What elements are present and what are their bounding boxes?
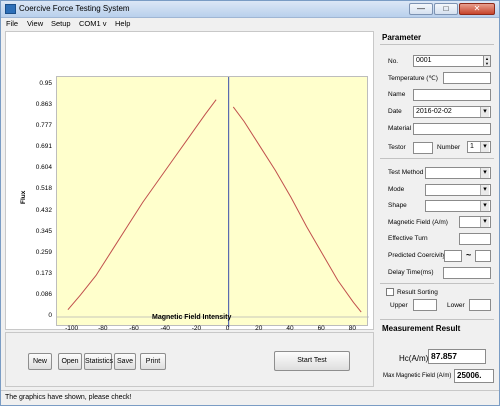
range-separator: ~ xyxy=(466,250,472,260)
button-bar: New Open Statistics Save Print Start Tes… xyxy=(5,332,374,387)
parameter-panel: Parameter No. 0001 ▲ ▼ Temperature (℃) Na… xyxy=(377,31,497,388)
lower-label: Lower xyxy=(447,302,465,309)
menu-com1[interactable]: COM1 v xyxy=(79,19,107,28)
y-tick-label: 0.604 xyxy=(35,164,52,172)
magnetic-field-select[interactable] xyxy=(459,216,491,228)
x-tick-label: -20 xyxy=(191,325,202,332)
y-tick-label: 0.432 xyxy=(35,206,52,214)
predicted-coercivity-label: Predicted Coercivity xyxy=(388,252,446,259)
effective-turn-field[interactable] xyxy=(459,233,491,245)
y-tick-label: 0.345 xyxy=(35,227,52,235)
x-tick-label: 20 xyxy=(255,325,263,332)
x-tick-label: 40 xyxy=(286,325,294,332)
y-tick-label: 0.95 xyxy=(39,80,52,87)
no-spinner[interactable]: ▲ ▼ xyxy=(483,55,491,67)
test-method-select[interactable] xyxy=(425,167,491,179)
parameter-title: Parameter xyxy=(382,33,422,42)
x-tick-label: -40 xyxy=(160,325,170,332)
max-field-value: 25006. xyxy=(454,369,494,383)
x-tick-label: -100 xyxy=(65,325,79,332)
status-message: The graphics have shown, please check! xyxy=(5,394,132,401)
y-tick-label: 0.086 xyxy=(35,290,52,298)
name-label: Name xyxy=(388,91,406,98)
testor-field[interactable] xyxy=(413,142,433,154)
flux-series-line-1 xyxy=(67,99,217,310)
maximize-button[interactable]: □ xyxy=(434,3,458,15)
y-tick-label: 0.259 xyxy=(35,248,52,256)
open-button[interactable]: Open xyxy=(58,353,82,370)
menu-help[interactable]: Help xyxy=(115,19,130,28)
max-field-label: Max Magnetic Field (A/m) xyxy=(383,373,452,379)
new-button[interactable]: New xyxy=(28,353,52,370)
date-picker[interactable]: 2016-02-02 xyxy=(413,106,491,118)
date-label: Date xyxy=(388,108,402,115)
temperature-label: Temperature (℃) xyxy=(388,75,438,82)
result-sorting-checkbox[interactable] xyxy=(386,288,394,296)
delay-time-label: Delay Time(ms) xyxy=(388,269,434,276)
y-tick-label: 0.777 xyxy=(35,122,52,130)
divider xyxy=(380,158,494,159)
no-label: No. xyxy=(388,58,399,65)
material-label: Material xyxy=(388,125,412,132)
divider xyxy=(380,283,494,284)
number-select[interactable]: 1 xyxy=(467,141,491,153)
magnetic-field-label: Magnetic Field (A/m) xyxy=(388,219,448,226)
result-sorting-label: Result Sorting xyxy=(397,289,438,296)
test-method-label: Test Method xyxy=(388,169,424,176)
flux-chart xyxy=(57,77,369,327)
x-tick-label: -80 xyxy=(98,325,108,332)
delay-time-field[interactable] xyxy=(443,267,491,279)
lower-field[interactable] xyxy=(469,299,491,311)
testor-label: Testor xyxy=(388,144,406,151)
minimize-button[interactable]: — xyxy=(409,3,433,15)
save-button[interactable]: Save xyxy=(114,353,136,370)
hc-value: 87.857 xyxy=(428,349,486,364)
no-field[interactable]: 0001 xyxy=(413,55,485,67)
menu-setup[interactable]: Setup xyxy=(51,19,71,28)
app-icon xyxy=(5,4,16,14)
mode-select[interactable] xyxy=(425,184,491,196)
material-field[interactable] xyxy=(413,123,491,135)
y-tick-label: 0.173 xyxy=(35,269,52,277)
measurement-title: Measurement Result xyxy=(382,324,461,333)
predicted-from-field[interactable] xyxy=(444,250,462,262)
mode-label: Mode xyxy=(388,186,405,193)
print-button[interactable]: Print xyxy=(140,353,166,370)
menu-view[interactable]: View xyxy=(27,19,43,28)
x-tick-label: 60 xyxy=(317,325,325,332)
menu-bar: File View Setup COM1 v Help xyxy=(1,18,499,30)
start-test-button[interactable]: Start Test xyxy=(274,351,350,371)
upper-field[interactable] xyxy=(413,299,437,311)
divider xyxy=(380,319,494,320)
x-tick-label: -60 xyxy=(129,325,139,332)
shape-select[interactable] xyxy=(425,200,491,212)
menu-file[interactable]: File xyxy=(6,19,18,28)
y-tick-label: 0.863 xyxy=(35,101,52,109)
upper-label: Upper xyxy=(390,302,408,309)
flux-series-line-2 xyxy=(232,106,362,313)
hc-label: Hc(A/m) xyxy=(399,354,429,363)
status-bar: The graphics have shown, please check! xyxy=(1,390,499,405)
name-field[interactable] xyxy=(413,89,491,101)
x-axis-label: Magnetic Field Intensity xyxy=(152,314,232,321)
chart-panel: 0 0.086 0.173 0.259 0.345 0.432 0.518 0.604 0.69… xyxy=(5,31,374,332)
temperature-field[interactable] xyxy=(443,72,491,84)
plot-area xyxy=(56,76,369,327)
close-button[interactable]: ✕ xyxy=(459,3,495,15)
x-tick-label: 80 xyxy=(348,325,356,332)
statistics-button[interactable]: Statistics xyxy=(84,353,113,370)
x-tick-label: 0 xyxy=(225,325,230,332)
window-title: Coercive Force Testing System xyxy=(19,4,130,13)
app-window: Coercive Force Testing System — □ ✕ File… xyxy=(0,0,500,406)
divider xyxy=(380,44,494,45)
y-tick-label: 0 xyxy=(48,312,52,319)
effective-turn-label: Effective Turn xyxy=(388,235,428,242)
shape-label: Shape xyxy=(388,202,407,209)
number-label: Number xyxy=(437,144,461,151)
y-tick-label: 0.691 xyxy=(35,143,52,151)
y-axis-label: Flux xyxy=(20,190,27,204)
title-bar: Coercive Force Testing System — □ ✕ xyxy=(1,1,499,18)
predicted-to-field[interactable] xyxy=(475,250,491,262)
